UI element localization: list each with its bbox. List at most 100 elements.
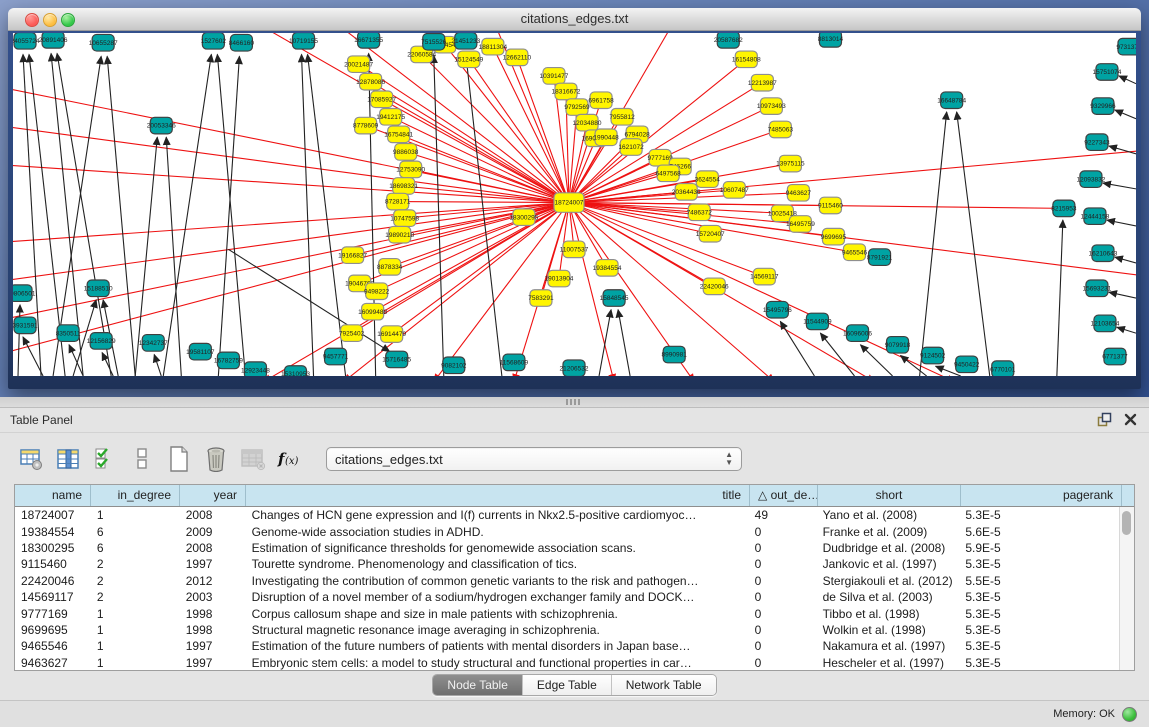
- graph-node[interactable]: 22420046: [700, 278, 729, 295]
- graph-node[interactable]: 20891406: [39, 33, 68, 48]
- tab-node-table[interactable]: Node Table: [433, 675, 522, 695]
- graph-node[interactable]: 12156829: [87, 333, 116, 350]
- tab-network-table[interactable]: Network Table: [611, 675, 716, 695]
- graph-node[interactable]: 12103654: [1090, 315, 1119, 332]
- graph-node[interactable]: 8813014: [818, 33, 844, 47]
- citation-edge-black[interactable]: [1107, 220, 1136, 226]
- graph-node[interactable]: 9079918: [885, 337, 911, 354]
- graph-node[interactable]: 15188510: [84, 280, 113, 297]
- column-header-in_degree[interactable]: in_degree: [91, 485, 180, 506]
- table-row[interactable]: 1872400712008Changes of HCN gene express…: [15, 507, 1120, 523]
- citation-edge-red[interactable]: [13, 203, 569, 355]
- graph-node[interactable]: 9450422: [954, 356, 980, 373]
- graph-node[interactable]: 15720407: [696, 225, 725, 242]
- graph-node[interactable]: 17085927: [367, 91, 396, 108]
- column-header-pagerank[interactable]: pagerank: [961, 485, 1122, 506]
- graph-node[interactable]: 16210643: [1088, 245, 1117, 262]
- citation-edge-black[interactable]: [1115, 257, 1136, 263]
- table-selector-dropdown[interactable]: citations_edges.txt ▲▼: [326, 447, 742, 471]
- citation-edge-black[interactable]: [308, 54, 346, 376]
- graph-node[interactable]: 19581107: [186, 343, 215, 360]
- deselect-all-rows-button[interactable]: [127, 444, 157, 474]
- column-header-out_de[interactable]: △ out_de…: [750, 485, 818, 506]
- show-columns-button[interactable]: [53, 444, 83, 474]
- citation-edge-black[interactable]: [163, 54, 211, 376]
- graph-node[interactable]: 8791921: [867, 249, 893, 266]
- graph-node[interactable]: 12342737: [139, 335, 168, 352]
- graph-node[interactable]: 7486372: [687, 204, 713, 221]
- graph-node[interactable]: 10719155: [289, 33, 318, 49]
- graph-node[interactable]: 18698321: [389, 178, 418, 195]
- table-row[interactable]: 977716911998Corpus callosum shape and si…: [15, 605, 1120, 621]
- graph-node[interactable]: 6961758: [588, 92, 614, 109]
- graph-node[interactable]: 15716485: [382, 351, 411, 368]
- graph-node[interactable]: 8215953: [1051, 200, 1077, 217]
- panel-splitter[interactable]: [0, 397, 1149, 408]
- graph-node[interactable]: 12878086: [356, 73, 385, 90]
- graph-node[interactable]: 14569117: [750, 268, 779, 285]
- graph-node[interactable]: 21206532: [560, 360, 589, 376]
- graph-node[interactable]: 8350511: [56, 325, 81, 342]
- graph-node[interactable]: 9465546: [842, 244, 868, 261]
- citation-edge-red[interactable]: [13, 203, 569, 282]
- graph-node[interactable]: 16782759: [214, 352, 243, 369]
- graph-node[interactable]: 3931591: [13, 317, 38, 334]
- graph-node[interactable]: 10973493: [757, 98, 786, 115]
- graph-node[interactable]: 10747598: [390, 210, 419, 227]
- graph-node[interactable]: 9115460: [818, 197, 843, 214]
- citation-edge-black[interactable]: [1119, 76, 1136, 84]
- scrollbar-thumb[interactable]: [1122, 511, 1131, 535]
- citation-edge-red[interactable]: [392, 203, 569, 335]
- graph-node[interactable]: 15124549: [454, 51, 483, 68]
- graph-node[interactable]: 9457771: [323, 348, 349, 365]
- graph-node[interactable]: 11007537: [560, 241, 589, 258]
- graph-node[interactable]: 8728171: [385, 193, 411, 210]
- graph-node[interactable]: 9886038: [393, 144, 419, 161]
- citation-edge-red[interactable]: [398, 202, 569, 203]
- graph-node[interactable]: 19890218: [385, 226, 414, 243]
- network-window-titlebar[interactable]: citations_edges.txt: [8, 8, 1141, 31]
- citation-edge-black[interactable]: [18, 305, 20, 376]
- graph-node[interactable]: 19013904: [545, 270, 574, 287]
- graph-node[interactable]: 12923448: [241, 362, 270, 376]
- graph-node[interactable]: 16495759: [786, 216, 815, 233]
- graph-node[interactable]: 20021487: [344, 56, 373, 73]
- graph-node[interactable]: 12093832: [1076, 171, 1105, 188]
- graph-node[interactable]: 18724007: [554, 193, 584, 212]
- graph-node[interactable]: 19412175: [376, 109, 405, 126]
- graph-node[interactable]: 13975115: [776, 155, 805, 172]
- graph-node[interactable]: 7925402: [339, 325, 365, 342]
- citation-edge-black[interactable]: [599, 310, 611, 376]
- graph-node[interactable]: 7583291: [528, 290, 554, 307]
- select-all-rows-button[interactable]: [90, 444, 120, 474]
- graph-node[interactable]: 7515526: [421, 33, 447, 50]
- graph-node[interactable]: 1621072: [618, 139, 644, 156]
- table-row[interactable]: 2242004622012Investigating the contribut…: [15, 573, 1120, 589]
- table-row[interactable]: 911546021997Tourette syndrome. Phenomeno…: [15, 556, 1120, 572]
- float-panel-icon[interactable]: [1097, 412, 1112, 427]
- graph-node[interactable]: 24055724: [13, 33, 40, 49]
- graph-node[interactable]: 6497568: [656, 165, 682, 182]
- graph-node[interactable]: 7485063: [768, 121, 794, 138]
- citation-edge-black[interactable]: [1117, 327, 1136, 333]
- function-builder-button[interactable]: f (x): [275, 444, 305, 474]
- graph-node[interactable]: 8466160: [229, 34, 255, 51]
- citation-edge-red[interactable]: [569, 203, 1136, 277]
- table-row[interactable]: 946554611997Estimation of the future num…: [15, 638, 1120, 654]
- graph-node[interactable]: 16754841: [384, 126, 413, 143]
- close-panel-icon[interactable]: [1124, 413, 1137, 426]
- graph-node[interactable]: 21451233: [451, 33, 480, 49]
- citation-edge-black[interactable]: [1057, 220, 1063, 376]
- graph-node[interactable]: 12753090: [396, 161, 425, 178]
- citation-edge-red[interactable]: [569, 203, 800, 224]
- graph-node[interactable]: 9792569: [564, 99, 590, 116]
- graph-node[interactable]: 20806501: [13, 285, 36, 302]
- graph-node[interactable]: 9498222: [364, 283, 390, 300]
- graph-node[interactable]: 16096006: [843, 325, 872, 342]
- graph-node[interactable]: 10391477: [540, 68, 569, 85]
- table-row[interactable]: 969969511998Structural magnetic resonanc…: [15, 622, 1120, 638]
- graph-node[interactable]: 16099488: [358, 303, 387, 320]
- citation-edge-black[interactable]: [920, 112, 947, 376]
- column-header-year[interactable]: year: [180, 485, 246, 506]
- graph-node[interactable]: 12662110: [503, 49, 532, 66]
